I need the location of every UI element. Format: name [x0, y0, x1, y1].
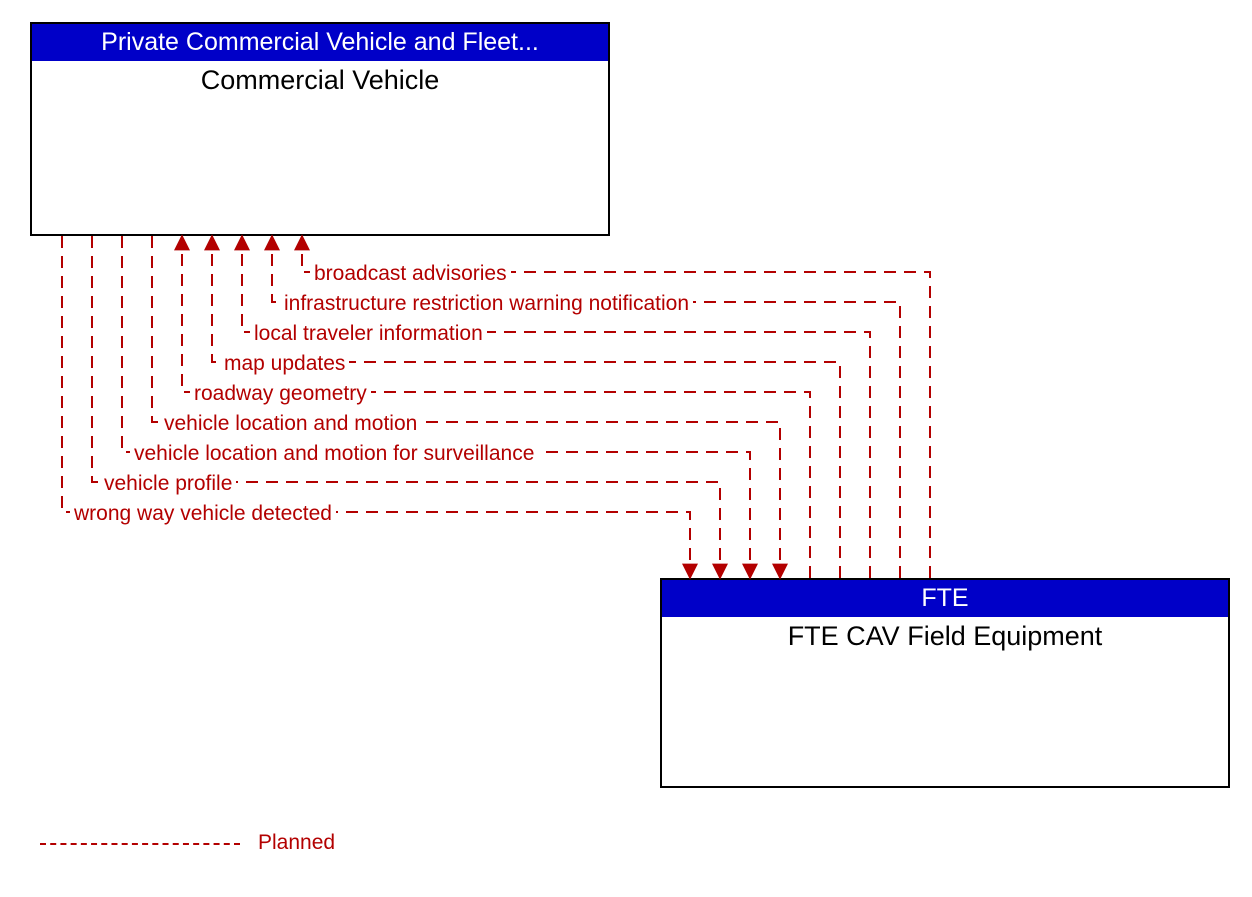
flow-path [152, 236, 780, 578]
legend-line-planned [40, 843, 240, 845]
flow-path [122, 236, 750, 578]
entity-box-commercial-vehicle: Private Commercial Vehicle and Fleet... … [30, 22, 610, 236]
flow-label: broadcast advisories [310, 262, 511, 285]
flow-path [272, 236, 900, 578]
entity-header: FTE [662, 580, 1228, 617]
entity-title: FTE CAV Field Equipment [662, 617, 1228, 652]
entity-header: Private Commercial Vehicle and Fleet... [32, 24, 608, 61]
flow-label: wrong way vehicle detected [70, 502, 336, 525]
entity-title: Commercial Vehicle [32, 61, 608, 96]
entity-box-fte-cav: FTE FTE CAV Field Equipment [660, 578, 1230, 788]
flow-label: vehicle location and motion for surveill… [130, 442, 538, 465]
legend-label-planned: Planned [258, 831, 335, 855]
flow-label: vehicle location and motion [160, 412, 421, 435]
flow-path [302, 236, 930, 578]
flow-path [242, 236, 870, 578]
flow-path [92, 236, 720, 578]
flow-label: roadway geometry [190, 382, 371, 405]
flow-label: infrastructure restriction warning notif… [280, 292, 693, 315]
flow-label: local traveler information [250, 322, 487, 345]
flow-path [212, 236, 840, 578]
flow-label: map updates [220, 352, 349, 375]
flow-path [62, 236, 690, 578]
flow-label: vehicle profile [100, 472, 236, 495]
flow-path [182, 236, 810, 578]
